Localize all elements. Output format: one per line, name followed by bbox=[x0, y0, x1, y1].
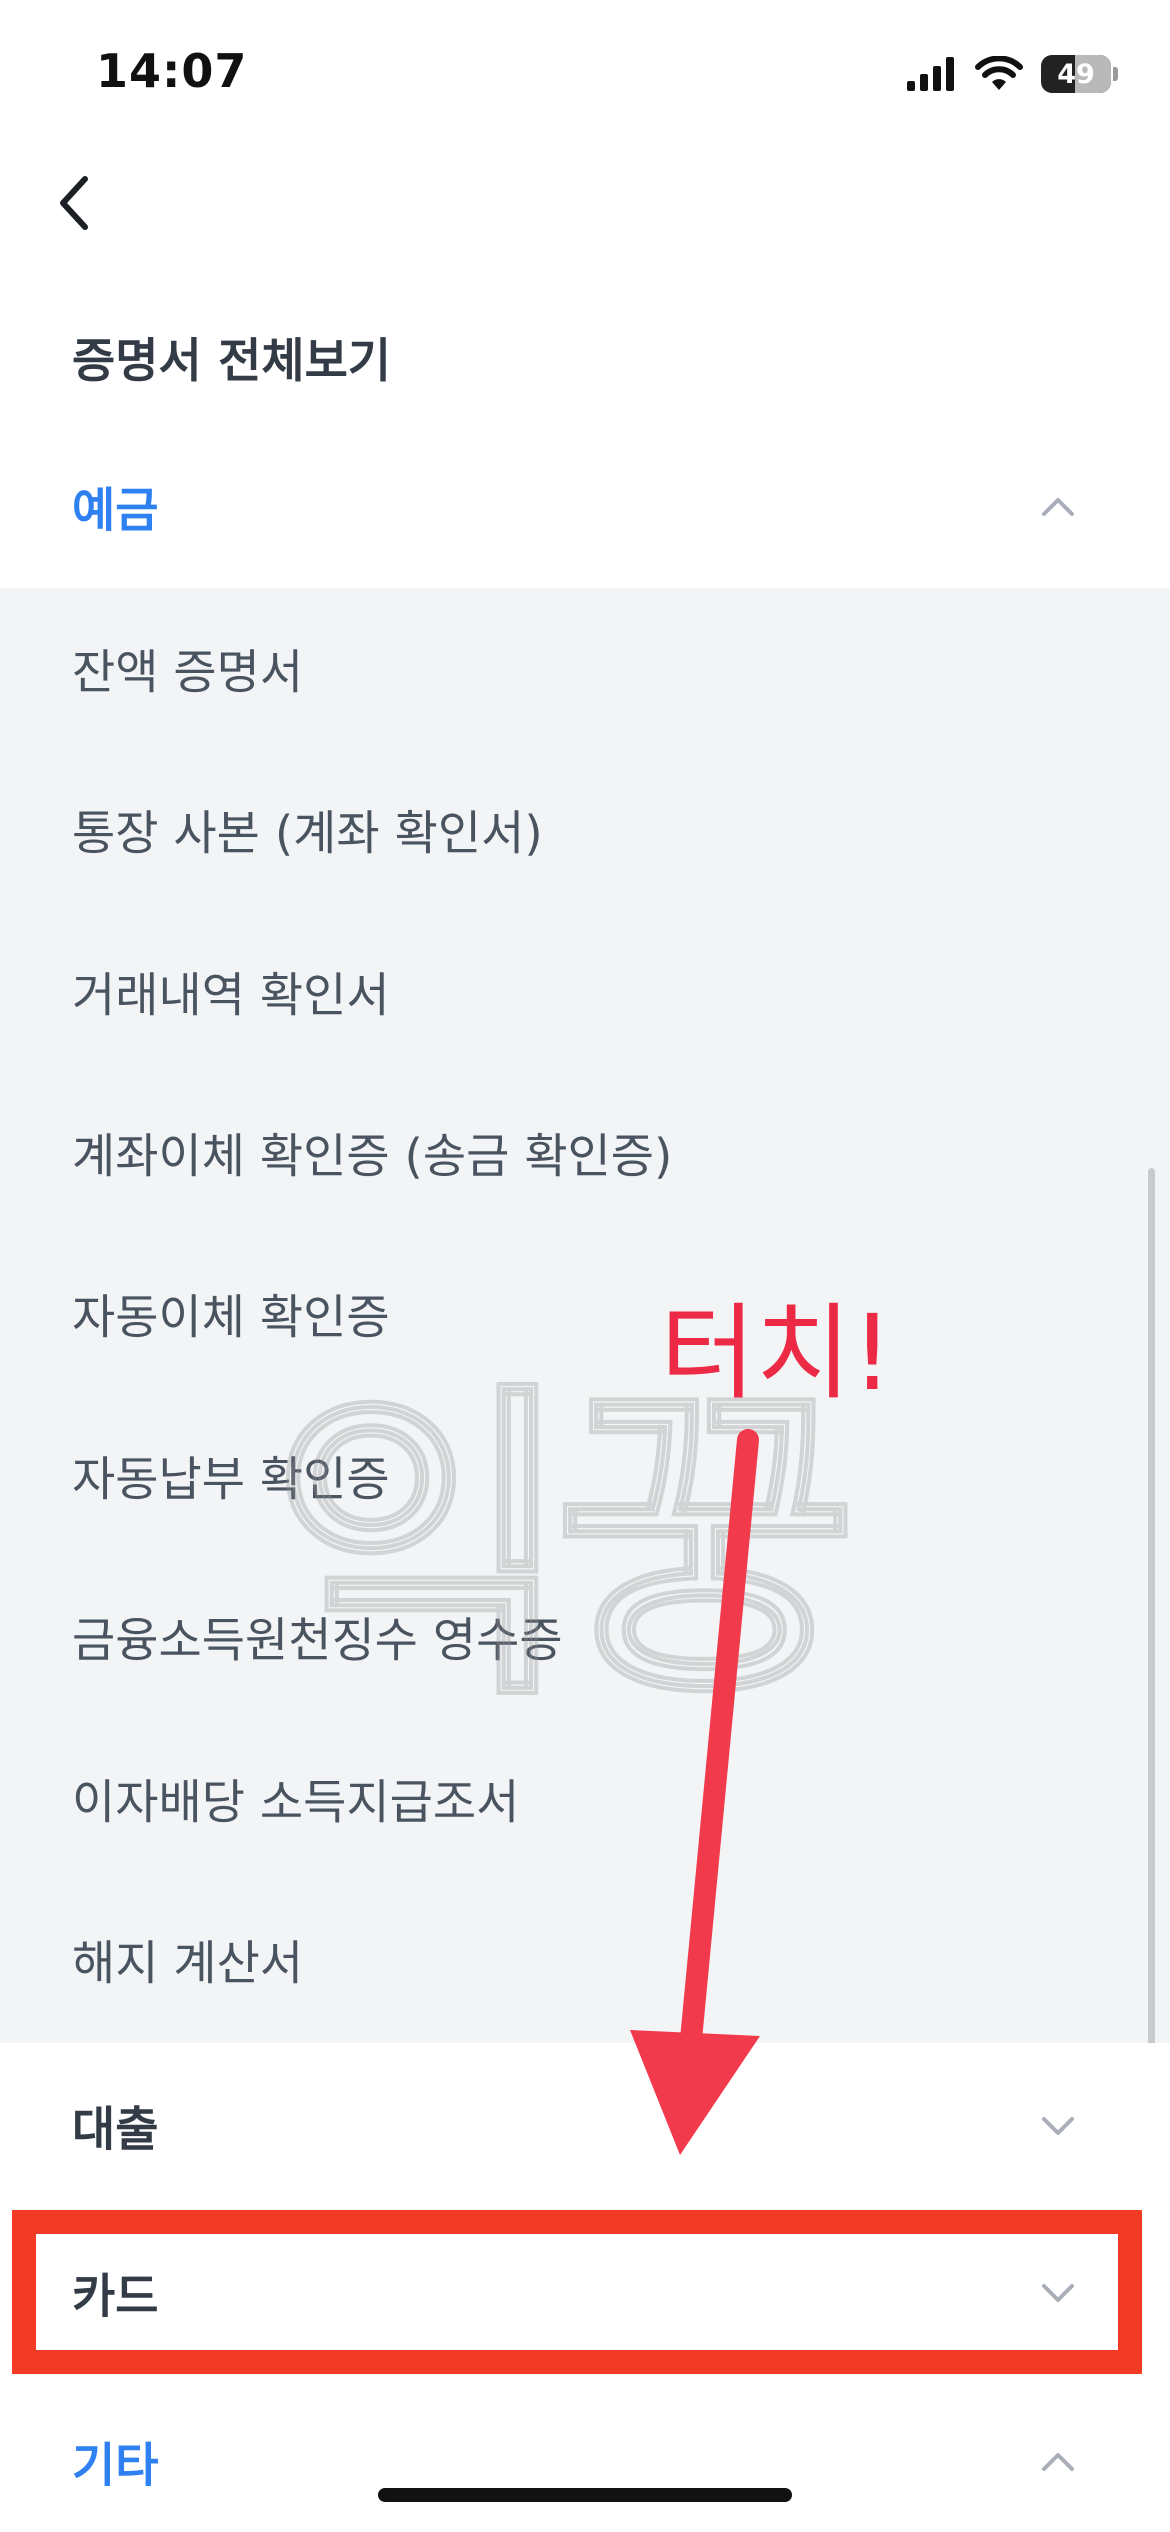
section-header-etc[interactable]: 기타 bbox=[0, 2390, 1170, 2532]
list-item[interactable]: 통장 사본 (계좌 확인서) bbox=[72, 795, 543, 864]
wifi-icon bbox=[975, 56, 1023, 90]
list-item[interactable]: 거래내역 확인서 bbox=[72, 957, 390, 1026]
home-indicator bbox=[378, 2488, 792, 2502]
cellular-signal-icon bbox=[907, 57, 954, 91]
section-header-loan[interactable]: 대출 bbox=[0, 2043, 1170, 2207]
section-label: 예금 bbox=[72, 483, 159, 539]
chevron-up-icon bbox=[1042, 2453, 1074, 2471]
section-label: 대출 bbox=[72, 2102, 159, 2158]
annotation-text: 터치! bbox=[660, 1292, 894, 1414]
list-item[interactable]: 계좌이체 확인증 (송금 확인증) bbox=[72, 1118, 672, 1187]
chevron-left-icon bbox=[60, 176, 88, 230]
page-title: 증명서 전체보기 bbox=[72, 334, 392, 389]
highlight-box bbox=[12, 2210, 1142, 2374]
list-item[interactable]: 해지 계산서 bbox=[72, 1925, 303, 1994]
section-label: 기타 bbox=[72, 2438, 159, 2494]
list-item[interactable]: 이자배당 소득지급조서 bbox=[72, 1764, 519, 1833]
status-icons: 49 bbox=[907, 52, 1118, 96]
chevron-down-icon bbox=[1042, 2117, 1074, 2135]
battery-percent: 49 bbox=[1057, 58, 1095, 90]
list-item[interactable]: 잔액 증명서 bbox=[72, 634, 303, 703]
status-time: 14:07 bbox=[96, 44, 248, 98]
chevron-up-icon bbox=[1042, 498, 1074, 516]
battery-icon: 49 bbox=[1041, 55, 1118, 93]
back-button[interactable] bbox=[40, 168, 110, 238]
status-bar: 14:07 49 bbox=[0, 0, 1170, 150]
section-header-deposit[interactable]: 예금 bbox=[0, 430, 1170, 582]
